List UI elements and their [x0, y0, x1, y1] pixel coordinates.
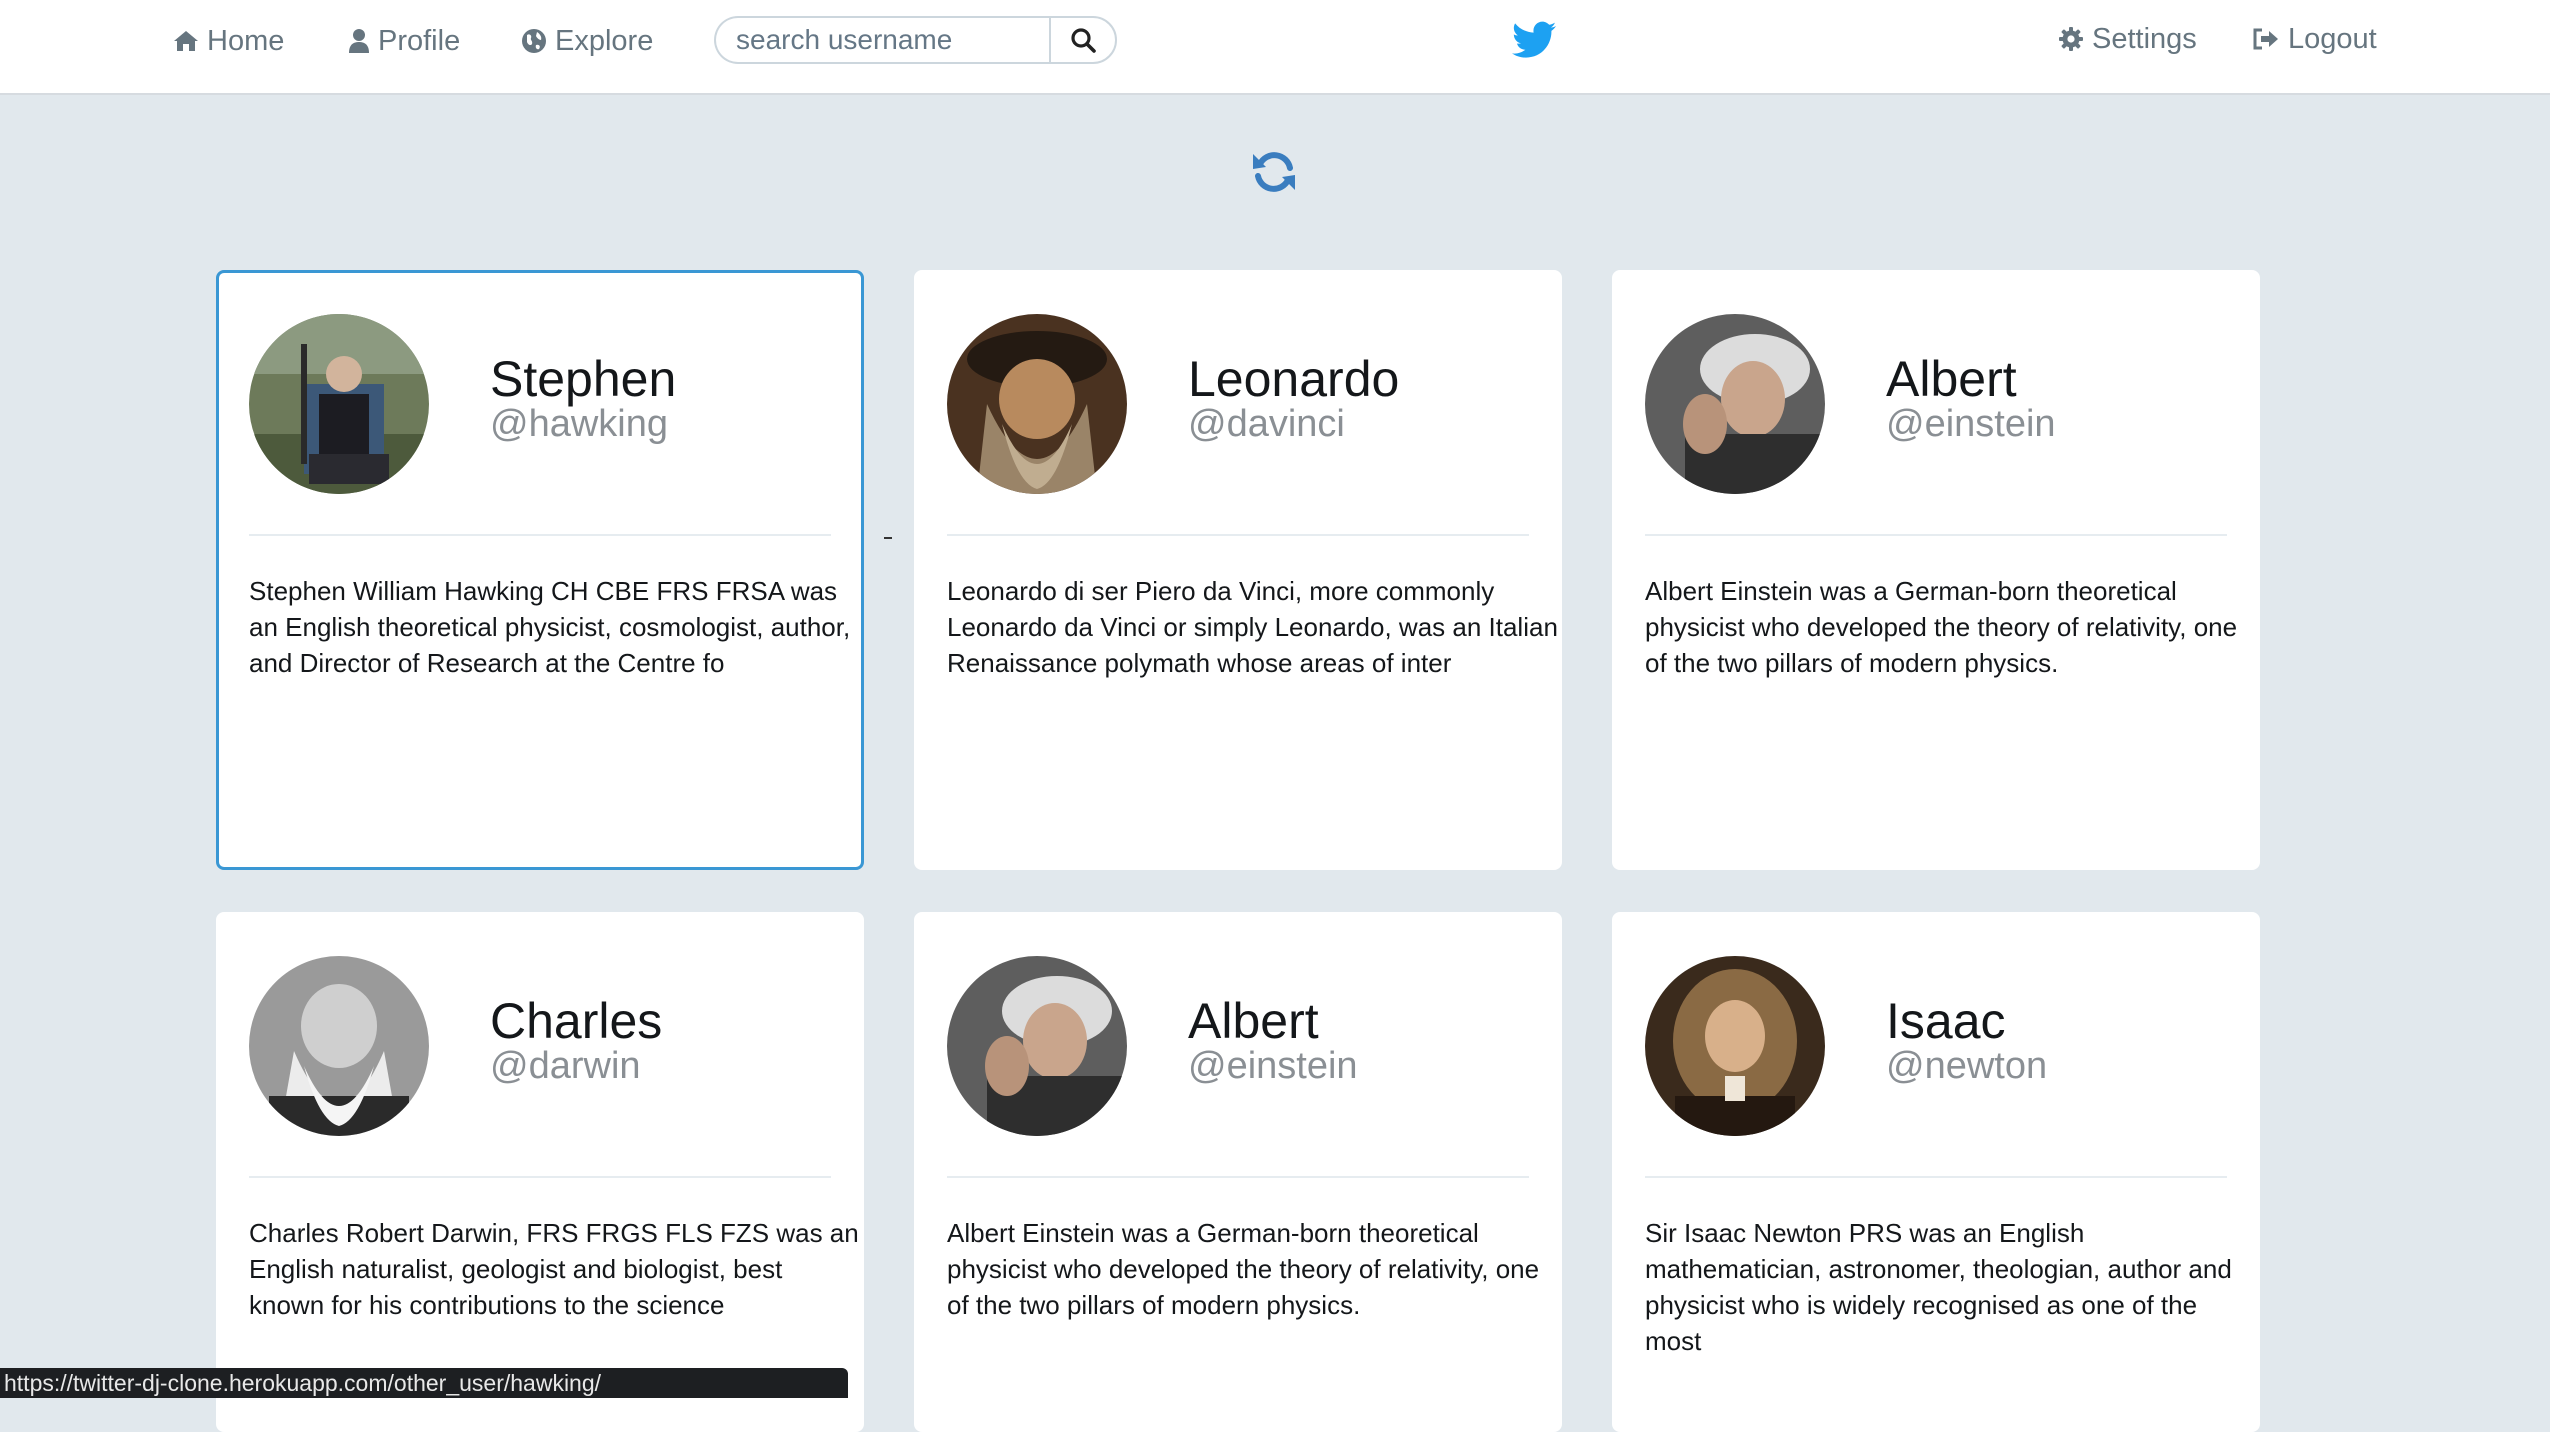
search-input[interactable]	[714, 16, 1049, 64]
user-name: Stephen	[490, 351, 677, 407]
avatar	[249, 956, 429, 1136]
stray-dash	[884, 537, 892, 539]
user-bio: Stephen William Hawking CH CBE FRS FRSA …	[249, 576, 851, 678]
avatar	[947, 956, 1127, 1136]
card-divider	[947, 534, 1529, 536]
user-card-newton[interactable]: Isaac @newton Sir Isaac Newton PRS was a…	[1612, 912, 2260, 1432]
gear-icon	[2059, 27, 2083, 51]
user-card-davinci[interactable]: Leonardo @davinci Leonardo di ser Piero …	[914, 270, 1562, 870]
search-form	[714, 16, 1117, 64]
card-divider	[947, 1176, 1529, 1178]
card-divider	[249, 1176, 831, 1178]
twitter-bird-icon[interactable]	[1512, 20, 1556, 60]
user-name: Albert	[1886, 351, 2017, 407]
user-handle: @einstein	[1188, 1045, 1358, 1087]
nav-profile-label: Profile	[378, 24, 461, 57]
user-bio: Albert Einstein was a German-born theore…	[1645, 576, 2238, 678]
user-bio: Sir Isaac Newton PRS was an English math…	[1645, 1218, 2232, 1356]
user-name: Leonardo	[1188, 351, 1400, 407]
card-divider	[1645, 534, 2227, 536]
nav-profile-link[interactable]: Profile	[348, 18, 460, 64]
nav-settings-label: Settings	[2092, 22, 2197, 55]
nav-explore-link[interactable]: Explore	[521, 18, 653, 64]
link-status-bar: https://twitter-dj-clone.herokuapp.com/o…	[0, 1368, 848, 1398]
user-icon	[349, 29, 369, 53]
user-handle: @einstein	[1886, 403, 2056, 445]
avatar	[1645, 956, 1825, 1136]
nav-logout-label: Logout	[2288, 22, 2377, 55]
search-icon	[1071, 28, 1096, 53]
avatar	[947, 314, 1127, 494]
home-icon	[174, 31, 198, 51]
user-handle: @darwin	[490, 1045, 641, 1087]
nav-explore-label: Explore	[555, 24, 654, 57]
nav-settings-link[interactable]: Settings	[2058, 16, 2197, 62]
card-divider	[1645, 1176, 2227, 1178]
user-bio: Charles Robert Darwin, FRS FRGS FLS FZS …	[249, 1218, 859, 1320]
user-handle: @newton	[1886, 1045, 2048, 1087]
logout-icon	[2253, 28, 2278, 50]
user-bio: Albert Einstein was a German-born theore…	[947, 1218, 1540, 1320]
card-divider	[249, 534, 831, 536]
nav-home-label: Home	[207, 24, 285, 57]
user-card-einstein-2[interactable]: Albert @einstein Albert Einstein was a G…	[914, 912, 1562, 1432]
avatar	[1645, 314, 1825, 494]
user-handle: @davinci	[1188, 403, 1345, 445]
user-name: Albert	[1188, 993, 1319, 1049]
user-name: Charles	[490, 993, 663, 1049]
nav-home-link[interactable]: Home	[173, 18, 284, 64]
user-handle: @hawking	[490, 403, 668, 445]
user-name: Isaac	[1886, 993, 2006, 1049]
search-button[interactable]	[1049, 16, 1117, 64]
user-card-darwin[interactable]: Charles @darwin Charles Robert Darwin, F…	[216, 912, 864, 1432]
globe-icon	[522, 29, 546, 53]
refresh-icon[interactable]	[1250, 148, 1298, 196]
user-card-einstein[interactable]: Albert @einstein Albert Einstein was a G…	[1612, 270, 2260, 870]
avatar	[249, 314, 429, 494]
user-bio: Leonardo di ser Piero da Vinci, more com…	[947, 576, 1558, 678]
top-navbar: Home Profile Explore search username Set…	[0, 0, 2550, 95]
nav-logout-link[interactable]: Logout	[2252, 16, 2377, 62]
user-card-hawking[interactable]: Stephen @hawking Stephen William Hawking…	[216, 270, 864, 870]
